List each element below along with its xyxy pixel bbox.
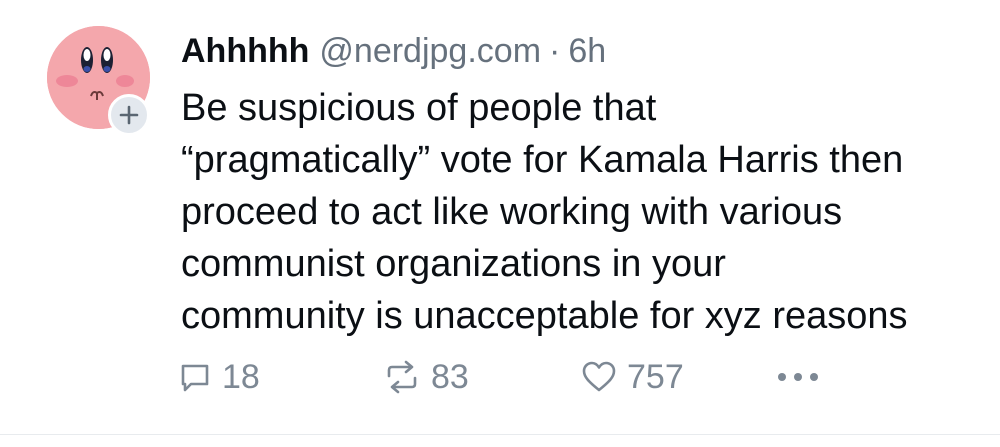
repost-count: 83 [431, 357, 469, 396]
post-text-line: proceed to act like working with various [181, 191, 843, 233]
post-divider [0, 434, 1000, 435]
post-header: Ahhhhh @nerdjpg.com · 6h [181, 26, 606, 76]
handle[interactable]: @nerdjpg.com [319, 31, 541, 71]
action-bar: 18 83 757 [178, 352, 978, 402]
post-text-line: Be suspicious of people that [181, 87, 657, 129]
timestamp[interactable]: 6h [568, 31, 606, 71]
repost-button[interactable]: 83 [383, 352, 469, 402]
more-options-button[interactable] [776, 352, 820, 402]
follow-button[interactable] [108, 94, 150, 136]
display-name[interactable]: Ahhhhh [181, 31, 309, 71]
reply-button[interactable]: 18 [178, 352, 260, 402]
heart-icon [582, 361, 616, 392]
repost-icon [387, 360, 417, 394]
like-button[interactable]: 757 [581, 352, 684, 402]
post-text-line: “pragmatically” vote for Kamala Harris t… [181, 139, 904, 181]
separator-dot: · [549, 32, 561, 70]
post-text-line: community is unacceptable for xyz reason… [181, 295, 908, 337]
plus-icon [119, 105, 139, 125]
more-dots-icon [778, 373, 818, 381]
like-count: 757 [627, 357, 684, 396]
post[interactable]: Ahhhhh @nerdjpg.com · 6h Be suspicious o… [0, 0, 1000, 435]
post-text: Be suspicious of people that “pragmatica… [181, 82, 981, 342]
reply-count: 18 [222, 357, 260, 396]
reply-bubble-icon [181, 364, 209, 392]
post-text-line: communist organizations in your [181, 243, 726, 285]
